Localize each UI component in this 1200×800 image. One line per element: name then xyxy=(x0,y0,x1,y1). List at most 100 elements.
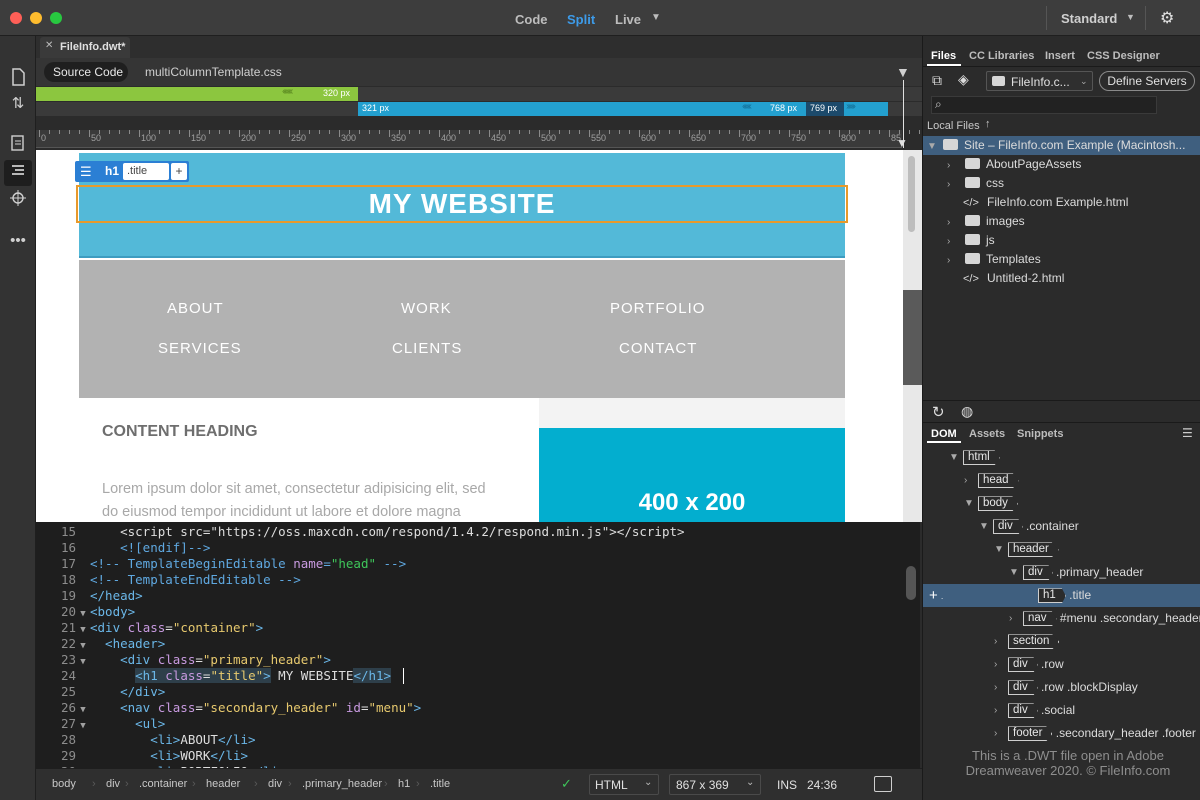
hud-add-class-button[interactable]: + xyxy=(171,163,187,180)
folder-row[interactable]: › css xyxy=(923,174,1200,193)
nav-item-work[interactable]: WORK xyxy=(401,300,452,317)
define-servers-button[interactable]: Define Servers xyxy=(1099,71,1195,91)
ruler-handle-icon[interactable]: ▼ xyxy=(896,136,908,150)
sort-arrow-icon[interactable]: ↑ xyxy=(985,118,991,130)
format-source-icon[interactable] xyxy=(4,160,32,186)
site-root-row[interactable]: ▼ Site – FileInfo.com Example (Macintosh.… xyxy=(923,136,1200,155)
nav-item-about[interactable]: ABOUT xyxy=(167,300,224,317)
code-navigator-icon[interactable] xyxy=(8,135,28,155)
breadcrumb-item[interactable]: body xyxy=(52,778,76,790)
dom-node-div[interactable]: ▼ div .primary_header xyxy=(923,561,1200,584)
related-css-file[interactable]: multiColumnTemplate.css xyxy=(145,65,282,79)
content-heading[interactable]: CONTENT HEADING xyxy=(102,423,258,441)
code-line[interactable]: 21 ▼ <div class="container"> xyxy=(36,620,263,636)
close-window-button[interactable] xyxy=(10,12,22,24)
chevron-right-icon[interactable]: › xyxy=(964,469,974,492)
code-line[interactable]: 29 <li>WORK</li> xyxy=(36,748,248,764)
lorem-line-1[interactable]: Lorem ipsum dolor sit amet, consectetur … xyxy=(102,478,520,501)
refresh-icon[interactable]: ↻ xyxy=(932,403,945,421)
more-tools-icon[interactable]: ••• xyxy=(8,231,28,251)
element-hud[interactable]: ☰ h1 .title + xyxy=(75,161,189,182)
code-line[interactable]: 17 <!-- TemplateBeginEditable name="head"… xyxy=(36,556,406,572)
breadcrumb-item[interactable]: div xyxy=(268,778,282,790)
code-line[interactable]: 26 ▼ <nav class="secondary_header" id="me… xyxy=(36,700,421,716)
settings-gear-icon[interactable]: ⚙ xyxy=(1160,8,1174,28)
zoom-window-button[interactable] xyxy=(50,12,62,24)
code-line[interactable]: 25 </div> xyxy=(36,684,165,700)
chevron-right-icon[interactable]: › xyxy=(1009,607,1019,630)
chevron-down-icon[interactable]: ▼ xyxy=(994,538,1004,561)
source-code-label[interactable]: Source Code xyxy=(53,65,123,79)
chevron-down-icon[interactable]: ▼ xyxy=(1009,561,1019,584)
folder-row[interactable]: › AboutPageAssets xyxy=(923,155,1200,174)
chevron-right-icon[interactable]: › xyxy=(994,630,1004,653)
open-file-icon[interactable] xyxy=(8,68,28,88)
workspace-dropdown-icon[interactable]: ▼ xyxy=(1126,12,1135,22)
split-mode-button[interactable]: Split xyxy=(567,12,595,27)
chevron-right-icon[interactable]: › xyxy=(994,676,1004,699)
panel-menu-icon[interactable]: ☰ xyxy=(1182,426,1193,440)
hamburger-icon[interactable]: ☰ xyxy=(80,164,92,180)
code-line[interactable]: 16 <![endif]--> xyxy=(36,540,210,556)
dom-node-div[interactable]: › div .row .blockDisplay xyxy=(923,676,1200,699)
dom-node-div[interactable]: › div .row xyxy=(923,653,1200,676)
tab-files[interactable]: Files xyxy=(931,50,956,62)
breadcrumb-item[interactable]: .title xyxy=(430,778,450,790)
dom-node-html[interactable]: ▼ html xyxy=(923,446,1200,469)
code-mode-button[interactable]: Code xyxy=(515,12,548,27)
folder-row[interactable]: › js xyxy=(923,231,1200,250)
connect-server-icon[interactable]: ⧉ xyxy=(932,72,942,89)
git-icon[interactable]: ◈ xyxy=(958,71,969,88)
code-line[interactable]: 15 <script src="https://oss.maxcdn.com/r… xyxy=(36,524,685,540)
chevron-down-icon[interactable]: ▼ xyxy=(964,492,974,515)
dom-node-header[interactable]: ▼ header xyxy=(923,538,1200,561)
workspace-switcher[interactable]: Standard xyxy=(1061,11,1117,26)
nav-item-portfolio[interactable]: PORTFOLIO xyxy=(610,300,705,317)
tab-insert[interactable]: Insert xyxy=(1045,50,1075,62)
dom-node-footer[interactable]: › footer .secondary_header .footer xyxy=(923,722,1200,745)
minimize-window-button[interactable] xyxy=(30,12,42,24)
nav-item-contact[interactable]: CONTACT xyxy=(619,340,697,357)
code-line[interactable]: 23 ▼ <div class="primary_header"> xyxy=(36,652,331,668)
file-transfer-icon[interactable]: ⇅ xyxy=(8,94,28,114)
chevron-right-icon[interactable]: › xyxy=(994,699,1004,722)
dom-node-nav[interactable]: › nav #menu .secondary_header xyxy=(923,607,1200,630)
file-row[interactable]: </> FileInfo.com Example.html xyxy=(923,193,1200,212)
dom-node-div[interactable]: › div .social xyxy=(923,699,1200,722)
chevron-right-icon[interactable]: › xyxy=(994,653,1004,676)
code-line[interactable]: 24 <h1 class="title"> MY WEBSITE</h1> xyxy=(36,668,392,684)
site-select[interactable]: FileInfo.c... ⌄ xyxy=(986,71,1093,91)
chevron-down-icon[interactable]: ▼ xyxy=(949,446,959,469)
close-tab-icon[interactable]: ✕ xyxy=(45,40,53,51)
code-line[interactable]: 18 <!-- TemplateEndEditable --> xyxy=(36,572,301,588)
chevron-down-icon[interactable]: ▼ xyxy=(979,515,989,538)
chevron-down-icon[interactable]: ▼ xyxy=(927,137,937,156)
code-line[interactable]: 27 ▼ <ul> xyxy=(36,716,165,732)
dom-node-head[interactable]: › head xyxy=(923,469,1200,492)
code-line[interactable]: 22 ▼ <header> xyxy=(36,636,165,652)
lorem-line-2[interactable]: do eiusmod tempor incididunt ut labore e… xyxy=(102,501,520,522)
chevron-right-icon[interactable]: › xyxy=(947,213,957,232)
mq-min-321[interactable]: 321 px ‹‹‹‹‹‹ 768 px 769 px ›››››› xyxy=(358,101,888,116)
live-mode-button[interactable]: Live xyxy=(615,12,641,27)
folder-row[interactable]: › images xyxy=(923,212,1200,231)
tab-cc-libraries[interactable]: CC Libraries xyxy=(969,50,1034,62)
breadcrumb-item[interactable]: .container xyxy=(139,778,187,790)
tab-css-designer[interactable]: CSS Designer xyxy=(1087,50,1160,62)
file-row[interactable]: </> Untitled-2.html xyxy=(923,269,1200,288)
chevron-right-icon[interactable]: › xyxy=(947,175,957,194)
globe-icon[interactable]: ◍ xyxy=(961,403,973,420)
local-files-header[interactable]: Local Files xyxy=(927,120,980,132)
breadcrumb-item[interactable]: h1 xyxy=(398,778,410,790)
chevron-right-icon[interactable]: › xyxy=(947,251,957,270)
placeholder-image[interactable]: 400 x 200 xyxy=(539,428,845,522)
breadcrumb-item[interactable]: div xyxy=(106,778,120,790)
tab-fileinfo-dwt[interactable]: ✕ FileInfo.dwt* xyxy=(40,37,130,58)
live-dropdown-icon[interactable]: ▼ xyxy=(651,12,661,23)
dom-node-div[interactable]: ▼ div .container xyxy=(923,515,1200,538)
tab-snippets[interactable]: Snippets xyxy=(1017,428,1063,440)
insert-mode-indicator[interactable]: INS xyxy=(777,778,797,792)
breadcrumb-item[interactable]: header xyxy=(206,778,240,790)
files-search-input[interactable]: ⌕ xyxy=(931,96,1157,114)
mq-max-320[interactable]: ‹‹‹‹‹‹‹ 320 px xyxy=(36,86,358,101)
